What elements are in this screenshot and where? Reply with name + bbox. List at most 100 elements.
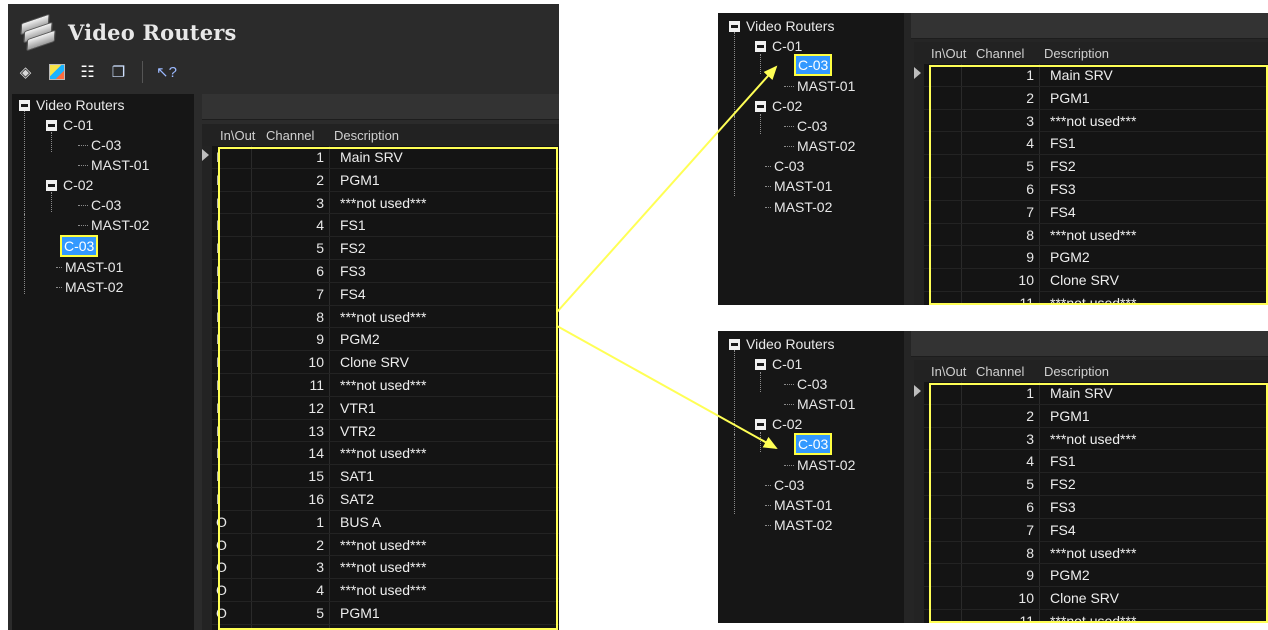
table-row[interactable]: I 1 Main SRV [202, 146, 559, 169]
tree-node-video-routers[interactable]: Video Routers [729, 334, 834, 354]
table-row[interactable]: I 8 ***not used*** [914, 224, 1268, 247]
table-row[interactable]: I 10 Clone SRV [914, 269, 1268, 292]
table-row[interactable]: I 2 PGM1 [202, 169, 559, 192]
tree-node-c01-mast01[interactable]: MAST-01 [784, 76, 855, 96]
collapse-icon[interactable] [755, 40, 766, 52]
collapse-icon[interactable] [755, 418, 766, 430]
tree-node-video-routers[interactable]: Video Routers [729, 16, 834, 36]
column-header-channel[interactable]: Channel [266, 128, 314, 143]
column-header-description[interactable]: Description [1044, 46, 1109, 61]
table-row[interactable]: I 3 ***not used*** [202, 192, 559, 215]
table-row[interactable]: I 1 Main SRV [914, 64, 1268, 87]
tree-node-c02-mast02[interactable]: MAST-02 [78, 215, 149, 235]
column-header-io[interactable]: In\Out [931, 46, 966, 61]
table-row[interactable]: O 5 PGM1 [202, 602, 559, 625]
table-row[interactable]: I 10 Clone SRV [202, 351, 559, 374]
tree-node-c02-mast02[interactable]: MAST-02 [784, 136, 855, 156]
tree-node-c03[interactable]: C-03 [765, 156, 804, 176]
table-row[interactable]: I 2 PGM1 [914, 87, 1268, 110]
tree-node-mast01[interactable]: MAST-01 [56, 257, 123, 277]
tree-node-mast02[interactable]: MAST-02 [56, 277, 123, 297]
column-header-channel[interactable]: Channel [976, 46, 1024, 61]
tree-node-c01[interactable]: C-01 [46, 115, 93, 135]
tree-node-c02-c03-selected[interactable]: C-03 [794, 433, 833, 455]
table-row[interactable]: I 16 SAT2 [202, 488, 559, 511]
collapse-icon[interactable] [46, 119, 57, 131]
table-row[interactable]: I 5 FS2 [202, 237, 559, 260]
table-row[interactable]: I 9 PGM2 [914, 564, 1268, 588]
tree-node-mast01[interactable]: MAST-01 [765, 176, 832, 196]
table-row[interactable]: I 7 FS4 [202, 283, 559, 306]
table-row[interactable]: I 11 ***not used*** [914, 292, 1268, 305]
column-header-description[interactable]: Description [334, 128, 399, 143]
table-row[interactable]: I 8 ***not used*** [202, 306, 559, 329]
tree-node-c01[interactable]: C-01 [755, 36, 802, 56]
tree-node-c02-c03[interactable]: C-03 [78, 195, 121, 215]
tree-node-c02-c03[interactable]: C-03 [784, 116, 827, 136]
table-row[interactable]: I 6 FS3 [914, 178, 1268, 201]
table-row[interactable]: I 5 FS2 [914, 473, 1268, 496]
table-row[interactable]: I 8 ***not used*** [914, 542, 1268, 565]
tree-node-c03[interactable]: C-03 [765, 475, 804, 495]
tree-node-label: Video Routers [36, 97, 125, 113]
table-row[interactable]: I 6 FS3 [914, 496, 1268, 519]
tree-node-c01-c03[interactable]: C-03 [78, 135, 121, 155]
table-row[interactable]: I 7 FS4 [914, 201, 1268, 224]
tree-node-c02[interactable]: C-02 [46, 175, 93, 195]
table-row[interactable]: I 12 VTR1 [202, 397, 559, 420]
table-row[interactable]: I 3 ***not used*** [914, 428, 1268, 451]
table-row[interactable]: O 3 ***not used*** [202, 556, 559, 580]
table-row[interactable]: I 9 PGM2 [914, 246, 1268, 270]
tree-node-c02-mast02[interactable]: MAST-02 [784, 455, 855, 475]
table-row[interactable]: I 11 ***not used*** [202, 374, 559, 397]
copy-icon[interactable]: ❐ [105, 59, 132, 86]
cell-description: ***not used*** [1050, 295, 1137, 305]
table-row[interactable]: I 15 SAT1 [202, 465, 559, 488]
table-row[interactable]: I 13 VTR2 [202, 420, 559, 443]
column-header-io[interactable]: In\Out [220, 128, 255, 143]
table-row[interactable]: I 4 FS1 [914, 132, 1268, 156]
column-header-channel[interactable]: Channel [976, 364, 1024, 379]
table-row[interactable]: I 5 FS2 [914, 155, 1268, 178]
table-row[interactable]: I 2 PGM1 [914, 405, 1268, 428]
table-row[interactable]: I 10 Clone SRV [914, 587, 1268, 610]
tree-node-c01-mast01[interactable]: MAST-01 [784, 394, 855, 414]
table-row[interactable]: I 4 FS1 [914, 450, 1268, 474]
collapse-icon[interactable] [46, 179, 57, 191]
tree-node-c01-c03-selected[interactable]: C-03 [794, 54, 833, 76]
cell-description: VTR2 [340, 422, 376, 439]
table-row[interactable]: I 7 FS4 [914, 519, 1268, 542]
cell-io: I [216, 285, 220, 302]
collapse-icon[interactable] [755, 358, 766, 370]
tree-node-c02[interactable]: C-02 [755, 96, 802, 116]
table-row[interactable]: I 1 Main SRV [914, 382, 1268, 405]
grid-icon[interactable] [43, 59, 70, 86]
tree-node-c02[interactable]: C-02 [755, 414, 802, 434]
router-icon[interactable]: ◈ [12, 59, 39, 86]
table-row[interactable]: I 4 FS1 [202, 214, 559, 238]
collapse-icon[interactable] [19, 99, 30, 111]
tree-node-mast02[interactable]: MAST-02 [765, 197, 832, 217]
collapse-icon[interactable] [729, 338, 740, 350]
tree-node-mast02[interactable]: MAST-02 [765, 515, 832, 535]
column-header-io[interactable]: In\Out [931, 364, 966, 379]
table-row[interactable]: O 1 BUS A [202, 511, 559, 534]
table-row[interactable]: O 2 ***not used*** [202, 534, 559, 557]
tree-node-c01[interactable]: C-01 [755, 354, 802, 374]
table-row[interactable]: I 6 FS3 [202, 260, 559, 283]
tree-icon[interactable]: ☷ [74, 59, 101, 86]
help-cursor-icon[interactable]: ↖? [153, 59, 180, 86]
table-row[interactable]: I 9 PGM2 [202, 328, 559, 352]
table-row[interactable]: O 4 ***not used*** [202, 579, 559, 602]
tree-node-c03-selected[interactable]: C-03 [60, 235, 99, 257]
table-row[interactable]: I 3 ***not used*** [914, 110, 1268, 133]
collapse-icon[interactable] [755, 100, 766, 112]
tree-node-c01-mast01[interactable]: MAST-01 [78, 155, 149, 175]
collapse-icon[interactable] [729, 20, 740, 32]
column-header-description[interactable]: Description [1044, 364, 1109, 379]
tree-node-video-routers[interactable]: Video Routers [19, 95, 124, 115]
tree-node-c01-c03[interactable]: C-03 [784, 374, 827, 394]
table-row[interactable]: I 14 ***not used*** [202, 442, 559, 466]
tree-node-mast01[interactable]: MAST-01 [765, 495, 832, 515]
table-row[interactable]: I 11 ***not used*** [914, 610, 1268, 623]
